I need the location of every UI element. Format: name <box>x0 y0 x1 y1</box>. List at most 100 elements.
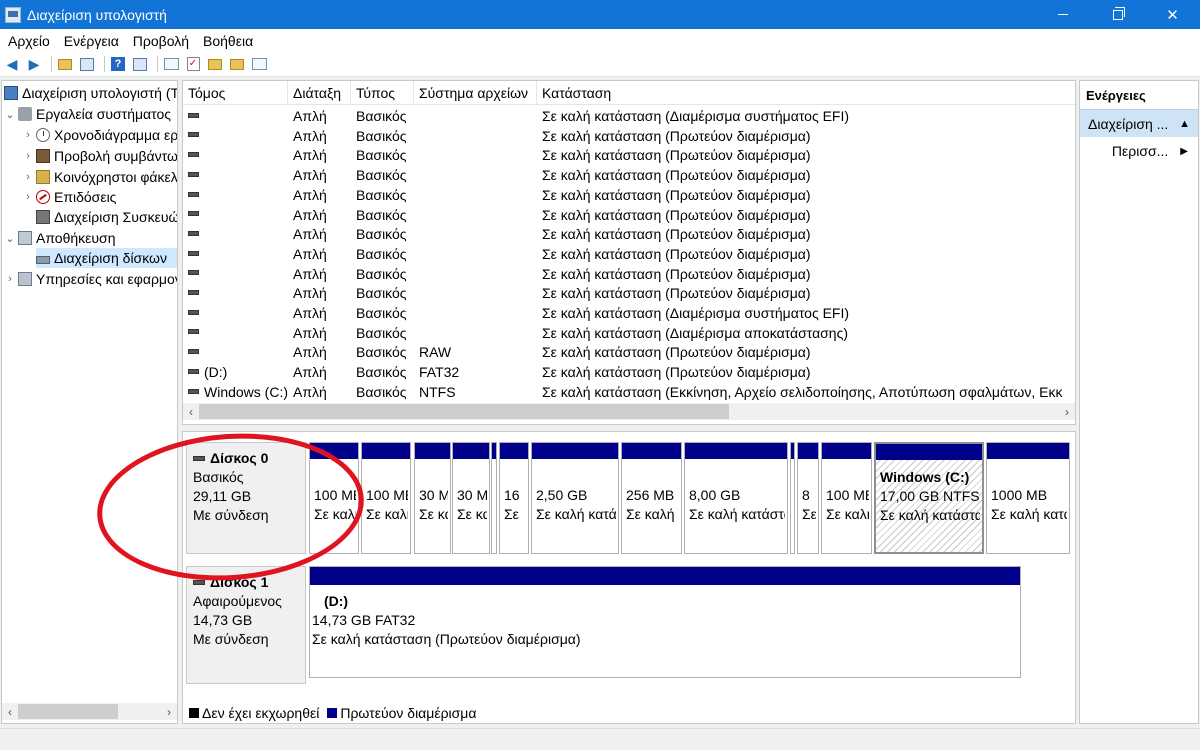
table-row[interactable]: Απλή Βασικός Σε καλή κατάσταση (Πρωτεύον δ… <box>183 224 1075 244</box>
menu-file[interactable]: Αρχείο <box>4 33 56 49</box>
scrollbar-thumb[interactable] <box>18 704 118 719</box>
table-row[interactable]: Απλή Βασικός Σε καλή κατάσταση (Πρωτεύον δ… <box>183 165 1075 185</box>
help-icon[interactable]: ? <box>109 55 127 73</box>
table-cell <box>188 342 288 362</box>
tree-item-computer-management[interactable]: Διαχείριση υπολογιστή (Τοπικός) <box>4 83 177 103</box>
actions-more[interactable]: Περισσ... ▶ <box>1080 137 1198 165</box>
table-row[interactable]: (D:) Απλή Βασικός FAT32 Σε καλή κατάσταση (Π… <box>183 362 1075 382</box>
column-header-layout[interactable]: Διάταξη <box>288 81 351 105</box>
partition-size: 1000 MB <box>991 487 1048 503</box>
column-header-type[interactable]: Τύπος <box>351 81 414 105</box>
partition-windows-c[interactable]: Windows (C:) 17,00 GB NTFS Σε καλή κατάστα… <box>874 442 984 554</box>
scroll-left-icon[interactable]: ‹ <box>2 705 18 719</box>
scroll-right-icon[interactable]: › <box>1059 405 1075 419</box>
column-header-file-system[interactable]: Σύστημα αρχείων <box>414 81 537 105</box>
table-cell: Απλή <box>293 265 327 282</box>
tree-item-system-tools[interactable]: ⌄ Εργαλεία συστήματος <box>4 104 171 124</box>
table-row[interactable]: Απλή Βασικός Σε καλή κατάσταση (Πρωτεύον δ… <box>183 244 1075 264</box>
volume-icon <box>188 329 199 335</box>
menu-action[interactable]: Ενέργεια <box>60 33 125 49</box>
minimize-button[interactable] <box>1035 0 1090 29</box>
table-cell: Βασικός <box>356 344 407 361</box>
tree-horizontal-scrollbar[interactable]: ‹ › <box>2 703 177 720</box>
disk-icon <box>193 580 205 585</box>
partition[interactable]: 8 Σε <box>797 442 819 554</box>
partition[interactable]: 256 MB Σε καλή κατάσταση <box>621 442 682 554</box>
list-horizontal-scrollbar[interactable]: ‹ › <box>183 403 1075 420</box>
partition[interactable]: 30 MB Σε καλή κατάσταση <box>452 442 490 554</box>
partition[interactable] <box>790 442 795 554</box>
table-row[interactable]: Απλή Βασικός Σε καλή κατάσταση (Πρωτεύον δ… <box>183 205 1075 225</box>
table-row[interactable]: Απλή Βασικός Σε καλή κατάσταση (Πρωτεύον δ… <box>183 264 1075 284</box>
partition-status: Σε <box>802 506 816 522</box>
tree-item-disk-management[interactable]: Διαχείριση δίσκων <box>36 248 177 268</box>
column-header-status[interactable]: Κατάσταση <box>537 81 1075 105</box>
maximize-button[interactable] <box>1090 0 1145 29</box>
close-button[interactable]: ✕ <box>1145 0 1200 29</box>
back-arrow-icon[interactable]: ◀ <box>3 55 21 73</box>
volume-icon <box>188 309 199 315</box>
show-hide-tree-icon[interactable] <box>78 55 96 73</box>
partition[interactable] <box>491 442 497 554</box>
search-folder-icon[interactable] <box>228 55 246 73</box>
column-header-volume[interactable]: Τόμος <box>183 81 288 105</box>
chevron-down-icon[interactable]: ⌄ <box>4 108 16 121</box>
chevron-down-icon[interactable]: ⌄ <box>4 232 16 245</box>
partition[interactable]: 100 MB Σε καλή κατάσταση <box>309 442 359 554</box>
partition[interactable]: 1000 MB Σε καλή κατάσταση <box>986 442 1070 554</box>
table-row[interactable]: Απλή Βασικός Σε καλή κατάσταση (Διαμέρισμα… <box>183 323 1075 343</box>
table-cell: Βασικός <box>356 285 407 302</box>
tree-item-services-applications[interactable]: › Υπηρεσίες και εφαρμογές <box>4 269 177 289</box>
table-row[interactable]: Απλή Βασικός RAW Σε καλή κατάσταση (Πρωτεύο… <box>183 342 1075 362</box>
tree-item-event-viewer[interactable]: › Προβολή συμβάντων <box>22 146 178 166</box>
table-row[interactable]: Απλή Βασικός Σε καλή κατάσταση (Πρωτεύον δ… <box>183 126 1075 146</box>
show-action-pane-icon[interactable] <box>131 55 149 73</box>
collapse-up-icon[interactable]: ▲ <box>1179 118 1190 130</box>
partition-size: 100 MB <box>366 487 408 503</box>
tree-item-label: Προβολή συμβάντων <box>54 148 178 164</box>
checklist-icon[interactable]: ✓ <box>184 55 202 73</box>
table-row[interactable]: Απλή Βασικός Σε καλή κατάσταση (Πρωτεύον δ… <box>183 145 1075 165</box>
table-row[interactable]: Απλή Βασικός Σε καλή κατάσταση (Διαμέρισμα… <box>183 106 1075 126</box>
table-row[interactable]: Απλή Βασικός Σε καλή κατάσταση (Διαμέρισμα… <box>183 303 1075 323</box>
connect-icon[interactable] <box>162 55 180 73</box>
chevron-right-icon[interactable]: › <box>22 129 34 141</box>
partition[interactable]: 2,50 GB Σε καλή κατάσταση <box>531 442 619 554</box>
table-row[interactable]: Απλή Βασικός Σε καλή κατάσταση (Πρωτεύον δ… <box>183 283 1075 303</box>
chevron-right-icon[interactable]: › <box>22 171 34 183</box>
table-cell: Βασικός <box>356 305 407 321</box>
scrollbar-thumb[interactable] <box>199 404 729 419</box>
volume-icon <box>188 112 199 118</box>
chevron-right-icon[interactable]: › <box>4 273 16 285</box>
menu-view[interactable]: Προβολή <box>129 33 195 49</box>
partition[interactable]: 100 MB Σε καλή κατάσταση <box>361 442 411 554</box>
open-folder-icon[interactable] <box>206 55 224 73</box>
chevron-right-icon[interactable]: › <box>22 150 34 162</box>
partition-d[interactable]: (D:) 14,73 GB FAT32 Σε καλή κατάσταση (Π… <box>309 566 1021 678</box>
scroll-left-icon[interactable]: ‹ <box>183 405 199 419</box>
table-row[interactable]: Απλή Βασικός Σε καλή κατάσταση (Πρωτεύον δ… <box>183 185 1075 205</box>
partition[interactable]: 8,00 GB Σε καλή κατάσταση <box>684 442 788 554</box>
tree-item-shared-folders[interactable]: › Κοινόχρηστοι φάκελοι <box>22 167 177 187</box>
disk-0-info[interactable]: Δίσκος 0 Βασικός 29,11 GB Με σύνδεση <box>186 442 306 554</box>
partition[interactable]: 100 MB Σε καλή κατάσταση <box>821 442 872 554</box>
partition[interactable]: 30 MB Σε καλή κατάσταση <box>414 442 451 554</box>
menu-help[interactable]: Βοήθεια <box>199 33 259 49</box>
table-row[interactable]: Windows (C:) Απλή Βασικός NTFS Σε καλή κατάσ… <box>183 382 1075 402</box>
properties-icon[interactable] <box>250 55 268 73</box>
scroll-right-icon[interactable]: › <box>161 705 177 719</box>
table-cell: Σε καλή κατάσταση (Πρωτεύον διαμέρισμα) <box>542 127 811 144</box>
tree-item-device-manager[interactable]: Διαχείριση Συσκευών <box>36 207 177 227</box>
partition-bar <box>791 443 794 459</box>
forward-arrow-icon[interactable]: ▶ <box>25 55 43 73</box>
table-cell: Απλή <box>293 206 327 223</box>
actions-section-disk-management[interactable]: Διαχείριση ... ▲ <box>1080 109 1198 137</box>
tree-item-performance[interactable]: › Επιδόσεις <box>22 187 116 207</box>
clock-icon <box>36 128 50 142</box>
partition[interactable]: 16 Σε <box>499 442 529 554</box>
chevron-right-icon[interactable]: › <box>22 191 34 203</box>
disk-1-info[interactable]: Δίσκος 1 Αφαιρούμενος 14,73 GB Με σύνδεσ… <box>186 566 306 684</box>
up-folder-icon[interactable] <box>56 55 74 73</box>
tree-item-task-scheduler[interactable]: › Χρονοδιάγραμμα εργασιών <box>22 125 177 145</box>
tree-item-storage[interactable]: ⌄ Αποθήκευση <box>4 228 115 248</box>
